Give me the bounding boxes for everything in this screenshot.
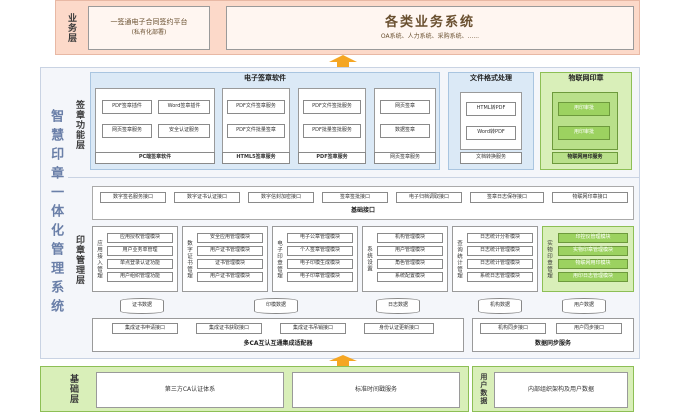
- doc-convert-service[interactable]: 文档转换服务: [460, 152, 522, 164]
- mgmt-item[interactable]: 日志统计管理模块: [467, 259, 533, 269]
- web-signing-service[interactable]: 网页签章服务: [374, 152, 436, 164]
- mgmt-item[interactable]: 机构管理模块: [377, 233, 443, 243]
- sw-item[interactable]: 网页签章服务: [102, 124, 152, 138]
- user-data-db: 用户数据: [562, 298, 606, 314]
- seal-data-db: 印模数据: [254, 298, 298, 314]
- business-systems-sub: OA系统、人力系统、采购系统、......: [380, 32, 480, 40]
- mgmt-item[interactable]: 电子印章管理模块: [287, 272, 353, 282]
- interface-item[interactable]: 数字证书认证接口: [174, 192, 240, 203]
- user-data-layer-label: 用户数据: [479, 373, 488, 405]
- esign-software-title: 电子签章软件: [244, 74, 286, 83]
- third-party-ca-box[interactable]: 第三方CA认证体系: [96, 372, 284, 408]
- mgmt-item[interactable]: 个人签章管理模块: [287, 246, 353, 256]
- ca-interface[interactable]: 集成证书获取接口: [196, 323, 262, 334]
- mgmt-item[interactable]: 用户组织管理功能: [107, 272, 173, 282]
- business-systems-box[interactable]: 各类业务系统 OA系统、人力系统、采购系统、......: [226, 6, 634, 50]
- interface-item[interactable]: 物联网印章接口: [552, 192, 628, 203]
- iot-seal-service[interactable]: 物联网用印服务: [552, 152, 618, 164]
- signing-layer-label: 签章功能层: [73, 100, 84, 150]
- management-layer-label: 印章管理层: [73, 235, 84, 285]
- mgmt-item[interactable]: 系统日志管理模块: [467, 272, 533, 282]
- mgmt-item[interactable]: 用户证书管理模块: [197, 246, 263, 256]
- sw-item[interactable]: 安全认证服务: [158, 124, 210, 138]
- mgmt-item[interactable]: 角色管理模块: [377, 259, 443, 269]
- seal-approval-1[interactable]: 用印审批: [558, 102, 610, 116]
- mgmt-group-label: 数字证书管理: [186, 239, 193, 279]
- ca-interface[interactable]: 身份认证更新接口: [364, 323, 434, 334]
- sw-item[interactable]: 网页签章: [380, 100, 430, 114]
- html5-signing-service[interactable]: HTML5签章服务: [222, 152, 290, 164]
- mgmt-item[interactable]: 用户证书管理模块: [197, 272, 263, 282]
- data-sync-title: 数据同步服务: [534, 339, 571, 347]
- mgmt-item[interactable]: 用户管理模块: [377, 246, 443, 256]
- esign-platform-sub: (私有化部署): [131, 29, 167, 37]
- sw-item[interactable]: PDF文件签批服务: [303, 100, 361, 114]
- sw-item[interactable]: PDF文件批量签章: [227, 124, 285, 138]
- sw-item[interactable]: Word签章插件: [158, 100, 210, 114]
- interface-item[interactable]: 数字签名服务接口: [100, 192, 166, 203]
- html-to-pdf[interactable]: HTML转PDF: [466, 102, 516, 116]
- mgmt-item[interactable]: 安全应用管理模块: [197, 233, 263, 243]
- cert-data-db: 证书数据: [120, 298, 164, 314]
- mgmt-group-label: 系统设置: [366, 246, 373, 272]
- mgmt-item[interactable]: 日志统计分析模块: [467, 233, 533, 243]
- base-layer-label: 基础层: [67, 374, 78, 404]
- user-sync-interface[interactable]: 用户同步接口: [556, 323, 622, 334]
- esign-platform-box[interactable]: 一签通电子合同签约平台 (私有化部署): [88, 6, 210, 50]
- sw-item[interactable]: PDF批量签批服务: [303, 124, 361, 138]
- business-layer-label: 业务层: [65, 13, 76, 43]
- pdf-signing-service[interactable]: PDF签章服务: [298, 152, 366, 164]
- pdf-signing-group: [298, 88, 366, 156]
- org-data-db: 机构数据: [478, 298, 522, 314]
- mgmt-item[interactable]: 用印日志管理模块: [558, 272, 628, 282]
- file-format-group: [460, 92, 522, 150]
- esign-platform-title: 一签通电子合同签约平台: [110, 18, 188, 27]
- iot-seal-title: 物联网印章: [568, 74, 604, 83]
- mgmt-item[interactable]: 证书管理模块: [197, 259, 263, 269]
- mgmt-item[interactable]: 印控仪管理模块: [558, 233, 628, 243]
- layer-divider: [68, 177, 640, 178]
- mgmt-item[interactable]: 用户业务单管理: [107, 246, 173, 256]
- mgmt-group-label: 电子印章管理: [276, 239, 283, 279]
- sw-item[interactable]: PDF签章插件: [102, 100, 152, 114]
- mgmt-group-label: 实物印章管理: [546, 239, 553, 279]
- org-user-data-box[interactable]: 内部组织架构及用户数据: [494, 372, 628, 408]
- mgmt-item[interactable]: 电子印模生成模块: [287, 259, 353, 269]
- ca-interface[interactable]: 集成证书申请接口: [112, 323, 178, 334]
- iot-seal-group: [552, 92, 618, 150]
- mgmt-item[interactable]: 单点登录认证功能: [107, 259, 173, 269]
- interface-item[interactable]: 签章签批接口: [322, 192, 388, 203]
- web-signing-group: [374, 88, 436, 156]
- ca-adapter-title: 多CA互认互通集成适配器: [243, 339, 313, 347]
- sw-item[interactable]: PDF文件签章服务: [227, 100, 285, 114]
- interface-item[interactable]: 签章日志保存接口: [470, 192, 544, 203]
- file-format-title: 文件格式处理: [470, 74, 512, 83]
- mgmt-item[interactable]: 实物印章管理模块: [558, 246, 628, 256]
- interface-item[interactable]: 数字信封加密接口: [248, 192, 314, 203]
- mgmt-item[interactable]: 物联网用印模块: [558, 259, 628, 269]
- seal-approval-2[interactable]: 用印审批: [558, 126, 610, 140]
- mgmt-item[interactable]: 应用授权管理模块: [107, 233, 173, 243]
- html5-signing-group: [222, 88, 290, 156]
- interface-item[interactable]: 电子归档调取接口: [396, 192, 462, 203]
- mgmt-item[interactable]: 系统配置模块: [377, 272, 443, 282]
- business-systems-title: 各类业务系统: [384, 14, 475, 30]
- pc-signing-software[interactable]: PC端签章软件: [95, 152, 215, 164]
- word-to-pdf[interactable]: Word转PDF: [466, 126, 516, 140]
- pc-signing-group: [95, 88, 215, 156]
- timestamp-service-box[interactable]: 标准时间戳服务: [292, 372, 460, 408]
- mgmt-group-label: 查询统计管理: [456, 239, 463, 279]
- sidebar-title: 智慧印章一体化管理系统: [48, 108, 64, 318]
- ca-interface[interactable]: 集成证书吊销接口: [280, 323, 346, 334]
- base-interface: 基础接口: [350, 207, 375, 215]
- log-data-db: 日志数据: [376, 298, 420, 314]
- mgmt-group-label: 应用接入管理: [96, 239, 103, 279]
- mgmt-item[interactable]: 日志统计管理模块: [467, 246, 533, 256]
- org-sync-interface[interactable]: 机构同步接口: [480, 323, 546, 334]
- mgmt-item[interactable]: 电子公章管理模块: [287, 233, 353, 243]
- sw-item[interactable]: 数据签章: [380, 124, 430, 138]
